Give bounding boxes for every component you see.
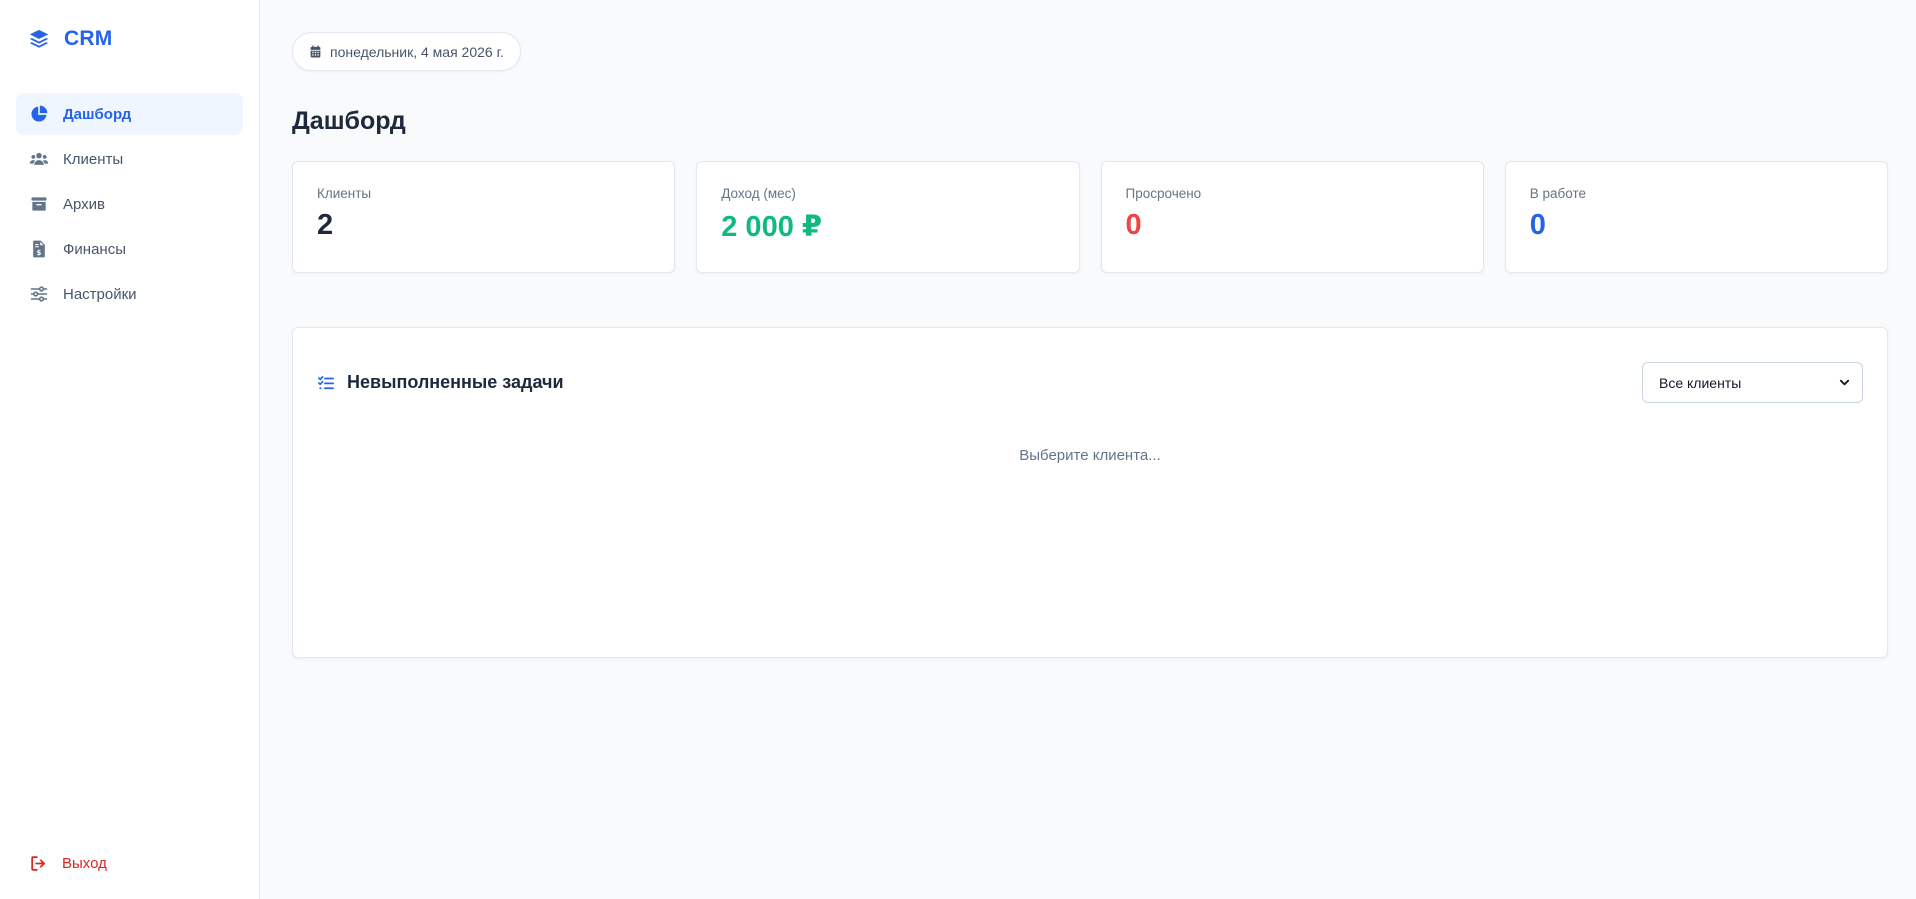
page-title: Дашборд — [292, 107, 406, 135]
sidebar-item-archive[interactable]: Архив — [16, 183, 243, 225]
chevron-down-icon — [1839, 377, 1850, 388]
stat-label: Просрочено — [1125, 186, 1202, 201]
logout-label: Выход — [62, 854, 107, 872]
layers-icon — [28, 28, 50, 50]
brand[interactable]: CRM — [16, 0, 243, 78]
sliders-icon — [29, 284, 49, 304]
chart-pie-icon — [29, 104, 49, 124]
stat-label: В работе — [1529, 186, 1587, 201]
date-text: понедельник, 4 мая 2026 г. — [330, 43, 504, 60]
stat-card-in-progress: В работе 0 — [1504, 161, 1888, 273]
tasks-title: Невыполненные задачи — [347, 372, 564, 392]
stat-value: 0 — [1529, 209, 1546, 241]
stat-value: 0 — [1125, 209, 1142, 241]
sidebar-item-label: Дашборд — [63, 105, 132, 123]
stat-card-overdue: Просрочено 0 — [1100, 161, 1484, 273]
stat-card-income: Доход (мес) 2 000 ₽ — [696, 161, 1080, 273]
sidebar: CRM Дашборд Клиенты Архив $ Финансы Наст… — [0, 0, 260, 899]
stat-value: 2 000 ₽ — [721, 211, 823, 243]
tasks-title-group: Невыполненные задачи — [317, 372, 564, 393]
tasks-panel: Невыполненные задачи Все клиенты Выберит… — [292, 327, 1888, 658]
sidebar-item-settings[interactable]: Настройки — [16, 273, 243, 315]
date-badge: понедельник, 4 мая 2026 г. — [292, 32, 521, 71]
sidebar-item-finance[interactable]: $ Финансы — [16, 228, 243, 270]
tasks-list-icon — [317, 374, 335, 392]
main-content: понедельник, 4 мая 2026 г. Дашборд Клиен… — [260, 0, 1916, 899]
tasks-header: Невыполненные задачи Все клиенты — [317, 362, 1863, 403]
client-filter-select[interactable]: Все клиенты — [1642, 362, 1863, 403]
sidebar-nav: Дашборд Клиенты Архив $ Финансы Настройк… — [16, 93, 243, 315]
logout-button[interactable]: Выход — [16, 842, 243, 884]
app-root: CRM Дашборд Клиенты Архив $ Финансы Наст… — [0, 0, 1916, 899]
sidebar-item-clients[interactable]: Клиенты — [16, 138, 243, 180]
stat-label: Доход (мес) — [721, 186, 796, 201]
invoice-icon: $ — [29, 239, 49, 259]
users-icon — [29, 149, 49, 169]
archive-icon — [29, 194, 49, 214]
sidebar-item-label: Архив — [63, 195, 106, 213]
sidebar-item-label: Клиенты — [63, 150, 124, 168]
svg-text:$: $ — [37, 249, 42, 257]
calendar-icon — [309, 45, 322, 58]
stat-label: Клиенты — [317, 186, 372, 201]
tasks-empty-message: Выберите клиента... — [1019, 447, 1161, 464]
client-filter-value: Все клиенты — [1659, 374, 1742, 391]
stat-value: 2 — [317, 209, 334, 241]
stats-row: Клиенты 2 Доход (мес) 2 000 ₽ Просрочено… — [292, 161, 1888, 273]
sidebar-item-label: Настройки — [63, 285, 137, 303]
sidebar-item-dashboard[interactable]: Дашборд — [16, 93, 243, 135]
brand-name: CRM — [64, 27, 113, 50]
stat-card-clients: Клиенты 2 — [292, 161, 676, 273]
logout-icon — [29, 854, 48, 873]
sidebar-item-label: Финансы — [63, 240, 126, 258]
